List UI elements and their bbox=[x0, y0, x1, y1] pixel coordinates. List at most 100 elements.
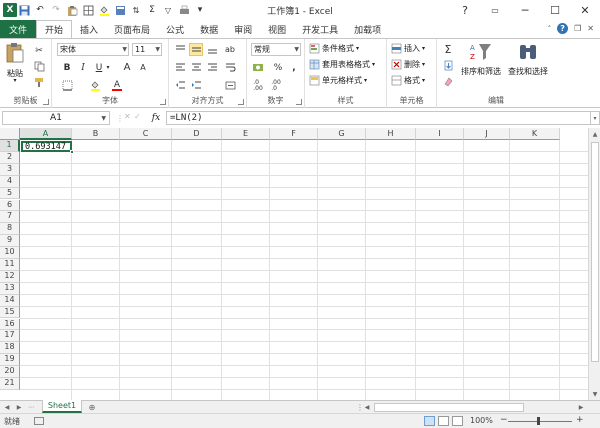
decrease-decimal-icon[interactable]: .00.0 bbox=[269, 79, 283, 92]
column-header-b[interactable]: B bbox=[72, 128, 120, 140]
zoom-slider-thumb[interactable] bbox=[537, 417, 540, 425]
cut-icon[interactable]: ✂ bbox=[32, 44, 46, 57]
alignment-launcher[interactable] bbox=[238, 99, 244, 105]
format-as-table-button[interactable]: 套用表格格式 ▾ bbox=[309, 59, 375, 70]
row-header-4[interactable]: 4 bbox=[0, 175, 20, 188]
close-workbook-icon[interactable]: ✕ bbox=[587, 24, 594, 33]
row-header-8[interactable]: 8 bbox=[0, 223, 20, 236]
column-header-k[interactable]: K bbox=[510, 128, 560, 140]
fill-icon[interactable] bbox=[441, 59, 455, 72]
horizontal-scroll-thumb[interactable] bbox=[374, 403, 524, 412]
format-cells-button[interactable]: 格式 ▾ bbox=[391, 75, 425, 86]
autosum-icon[interactable]: Σ bbox=[145, 3, 159, 17]
column-header-f[interactable]: F bbox=[270, 128, 318, 140]
tab-view[interactable]: 视图 bbox=[260, 20, 294, 38]
tab-insert[interactable]: 插入 bbox=[72, 20, 106, 38]
zoom-out-button[interactable]: − bbox=[500, 415, 508, 425]
undo-icon[interactable]: ↶ bbox=[33, 3, 47, 17]
paste-button[interactable]: 粘贴 ▾ bbox=[4, 42, 26, 84]
align-left-icon[interactable] bbox=[173, 61, 187, 74]
vertical-scrollbar[interactable]: ▲ ▼ bbox=[588, 128, 600, 400]
number-launcher[interactable] bbox=[296, 99, 302, 105]
filter-icon[interactable]: ▽ bbox=[161, 3, 175, 17]
fill-handle[interactable] bbox=[70, 150, 74, 154]
row-header-15[interactable]: 15 bbox=[0, 306, 20, 319]
row-header-16[interactable]: 16 bbox=[0, 318, 20, 331]
tab-home[interactable]: 开始 bbox=[36, 20, 73, 39]
zoom-in-button[interactable]: + bbox=[576, 415, 584, 425]
copy-icon[interactable] bbox=[32, 60, 46, 73]
horizontal-scrollbar[interactable]: ◀ ▶ bbox=[362, 402, 588, 413]
percent-button[interactable]: % bbox=[271, 61, 285, 74]
row-header-10[interactable]: 10 bbox=[0, 247, 20, 259]
calculator-icon[interactable] bbox=[113, 3, 127, 17]
font-launcher[interactable] bbox=[160, 99, 166, 105]
tab-developer[interactable]: 开发工具 bbox=[294, 20, 346, 38]
column-header-a[interactable]: A bbox=[20, 128, 72, 140]
border-button[interactable] bbox=[60, 79, 74, 92]
row-header-18[interactable]: 18 bbox=[0, 342, 20, 355]
delete-cells-button[interactable]: 删除 ▾ bbox=[391, 59, 425, 70]
increase-indent-icon[interactable] bbox=[189, 79, 203, 92]
help-circle-icon[interactable]: ? bbox=[557, 23, 569, 34]
worksheet-grid[interactable]: A B C D E F G H I J K 1 2 3 4 5 6 7 8 9 10 11 12 13 14 15 16 17 18 19… bbox=[0, 128, 600, 400]
column-header-h[interactable]: H bbox=[366, 128, 416, 140]
decrease-indent-icon[interactable] bbox=[173, 79, 187, 92]
formula-bar-splitter[interactable]: ⋮ bbox=[116, 114, 124, 123]
macro-record-icon[interactable] bbox=[34, 417, 44, 425]
last-sheet-icon[interactable]: ▶ bbox=[14, 402, 24, 413]
find-select-button[interactable]: 查找和选择 bbox=[505, 42, 551, 84]
column-header-g[interactable]: G bbox=[318, 128, 366, 140]
font-size-combo[interactable]: 11 ▼ bbox=[132, 43, 162, 56]
column-header-i[interactable]: I bbox=[416, 128, 464, 140]
row-header-7[interactable]: 7 bbox=[0, 211, 20, 224]
comma-button[interactable]: , bbox=[287, 61, 301, 74]
insert-cells-button[interactable]: 插入 ▾ bbox=[391, 43, 425, 54]
close-button[interactable]: ✕ bbox=[570, 0, 600, 20]
row-header-14[interactable]: 14 bbox=[0, 294, 20, 307]
sheet-list-icon[interactable]: ⋯ bbox=[26, 402, 36, 413]
restore-icon[interactable]: ❐ bbox=[574, 24, 581, 33]
name-box[interactable]: A1 ▼ bbox=[2, 111, 110, 125]
scroll-left-icon[interactable]: ◀ bbox=[362, 402, 372, 413]
page-break-view-icon[interactable] bbox=[452, 416, 463, 426]
wrap-text-icon[interactable] bbox=[223, 61, 237, 74]
borders-icon[interactable] bbox=[81, 3, 95, 17]
insert-function-button[interactable]: fx bbox=[146, 111, 166, 125]
clipboard-launcher[interactable] bbox=[43, 99, 49, 105]
cell-styles-button[interactable]: 单元格样式 ▾ bbox=[309, 75, 367, 86]
increase-decimal-icon[interactable]: .0.00 bbox=[251, 79, 265, 92]
row-header-1[interactable]: 1 bbox=[0, 140, 20, 152]
row-header-5[interactable]: 5 bbox=[0, 187, 20, 200]
zoom-level[interactable]: 100% bbox=[470, 416, 493, 425]
scroll-right-icon[interactable]: ▶ bbox=[576, 402, 586, 413]
row-header-19[interactable]: 19 bbox=[0, 354, 20, 367]
row-header-21[interactable]: 21 bbox=[0, 378, 20, 390]
italic-button[interactable]: I bbox=[76, 61, 90, 74]
autosum-button[interactable]: Σ bbox=[441, 43, 455, 56]
sort-icon[interactable]: ⇅ bbox=[129, 3, 143, 17]
redo-icon[interactable]: ↷ bbox=[49, 3, 63, 17]
font-name-combo[interactable]: 宋体 ▼ bbox=[57, 43, 129, 56]
row-header-11[interactable]: 11 bbox=[0, 259, 20, 271]
cell-a1[interactable]: 0.693147 bbox=[21, 141, 72, 152]
tab-data[interactable]: 数据 bbox=[192, 20, 226, 38]
scroll-up-icon[interactable]: ▲ bbox=[589, 128, 600, 140]
confirm-entry-icon[interactable]: ✓ bbox=[134, 112, 141, 121]
tab-review[interactable]: 审阅 bbox=[226, 20, 260, 38]
tab-formulas[interactable]: 公式 bbox=[158, 20, 192, 38]
page-layout-view-icon[interactable] bbox=[438, 416, 449, 426]
sort-filter-button[interactable]: AZ 排序和筛选 bbox=[459, 42, 503, 84]
align-center-icon[interactable] bbox=[189, 61, 203, 74]
customize-qat-icon[interactable]: ▾ bbox=[193, 3, 207, 17]
normal-view-icon[interactable] bbox=[424, 416, 435, 426]
scroll-down-icon[interactable]: ▼ bbox=[589, 388, 600, 400]
fill-color-button[interactable] bbox=[88, 79, 102, 92]
expand-formula-bar-icon[interactable]: ▾ bbox=[590, 111, 600, 125]
new-sheet-icon[interactable]: ⊕ bbox=[86, 402, 98, 412]
row-header-12[interactable]: 12 bbox=[0, 270, 20, 283]
first-sheet-icon[interactable]: ◀ bbox=[2, 402, 12, 413]
font-color-button[interactable]: A bbox=[110, 79, 124, 92]
save-icon[interactable] bbox=[17, 3, 31, 17]
align-top-icon[interactable] bbox=[173, 43, 187, 56]
